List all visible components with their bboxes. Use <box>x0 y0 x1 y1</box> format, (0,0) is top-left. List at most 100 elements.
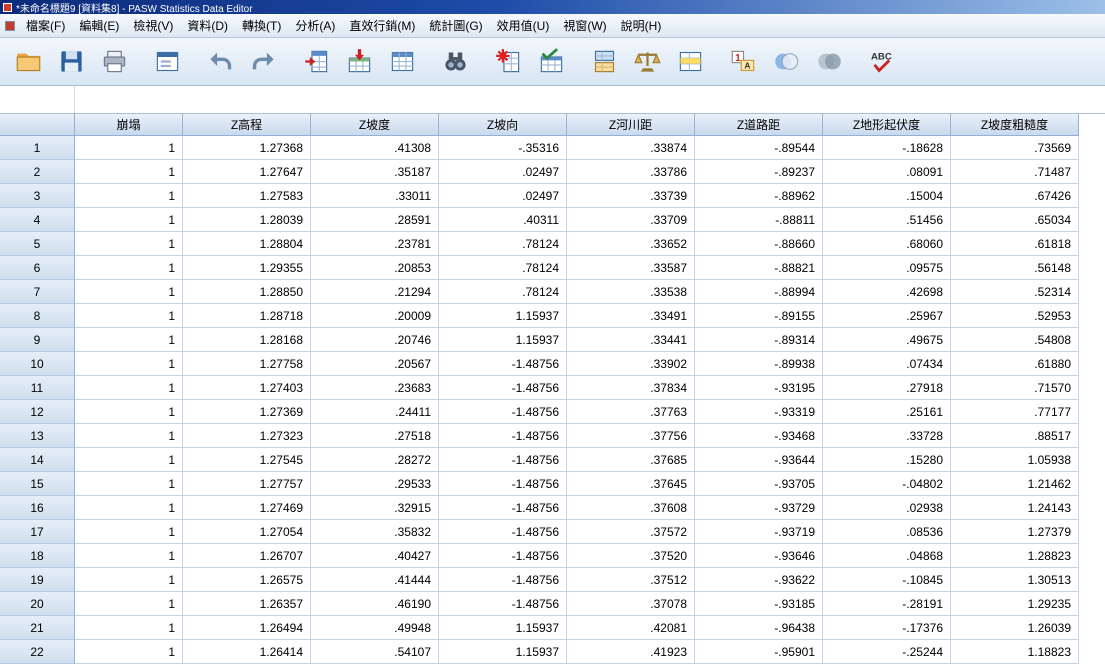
data-cell[interactable]: .27918 <box>823 376 951 400</box>
data-cell[interactable]: .15280 <box>823 448 951 472</box>
data-cell[interactable]: -.93646 <box>695 544 823 568</box>
data-cell[interactable]: 1.28718 <box>183 304 311 328</box>
data-cell[interactable]: 1 <box>75 352 183 376</box>
data-cell[interactable]: .37685 <box>567 448 695 472</box>
data-cell[interactable]: 1 <box>75 136 183 160</box>
data-cell[interactable]: 1.28804 <box>183 232 311 256</box>
data-cell[interactable]: -.93319 <box>695 400 823 424</box>
data-cell[interactable]: -1.48756 <box>439 472 567 496</box>
data-cell[interactable]: .08091 <box>823 160 951 184</box>
data-cell[interactable]: .52314 <box>951 280 1079 304</box>
data-cell[interactable]: .25161 <box>823 400 951 424</box>
data-cell[interactable]: -.95901 <box>695 640 823 664</box>
row-number-cell[interactable]: 21 <box>0 616 75 640</box>
column-header[interactable]: 崩塌 <box>75 114 183 136</box>
data-cell[interactable]: .41308 <box>311 136 439 160</box>
data-cell[interactable]: .33652 <box>567 232 695 256</box>
data-cell[interactable]: 1.15937 <box>439 616 567 640</box>
data-cell[interactable]: .33441 <box>567 328 695 352</box>
row-number-cell[interactable]: 9 <box>0 328 75 352</box>
data-cell[interactable]: 1 <box>75 232 183 256</box>
data-cell[interactable]: 1 <box>75 592 183 616</box>
column-header[interactable]: Z地形起伏度 <box>823 114 951 136</box>
show-all-variables-button[interactable] <box>809 42 849 82</box>
data-cell[interactable]: 1 <box>75 520 183 544</box>
data-cell[interactable]: -.28191 <box>823 592 951 616</box>
data-cell[interactable]: -.25244 <box>823 640 951 664</box>
data-cell[interactable]: -.10845 <box>823 568 951 592</box>
data-cell[interactable]: .46190 <box>311 592 439 616</box>
spell-check-button[interactable]: ABC <box>862 42 902 82</box>
select-cases-button[interactable] <box>670 42 710 82</box>
data-cell[interactable]: 1.27403 <box>183 376 311 400</box>
column-header[interactable]: Z道路距 <box>695 114 823 136</box>
data-cell[interactable]: .37608 <box>567 496 695 520</box>
data-cell[interactable]: -.88962 <box>695 184 823 208</box>
data-cell[interactable]: 1 <box>75 376 183 400</box>
data-cell[interactable]: .41444 <box>311 568 439 592</box>
data-cell[interactable]: 1 <box>75 640 183 664</box>
row-number-cell[interactable]: 1 <box>0 136 75 160</box>
data-cell[interactable]: -.89938 <box>695 352 823 376</box>
data-cell[interactable]: .67426 <box>951 184 1079 208</box>
data-cell[interactable]: 1.26039 <box>951 616 1079 640</box>
data-cell[interactable]: -1.48756 <box>439 520 567 544</box>
menu-item-window[interactable]: 視窗(W) <box>556 14 613 37</box>
data-cell[interactable]: 1 <box>75 616 183 640</box>
data-cell[interactable]: 1.28039 <box>183 208 311 232</box>
save-button[interactable] <box>51 42 91 82</box>
data-cell[interactable]: 1.27379 <box>951 520 1079 544</box>
data-cell[interactable]: 1.28850 <box>183 280 311 304</box>
data-cell[interactable]: 1 <box>75 568 183 592</box>
menu-item-transform[interactable]: 轉換(T) <box>235 14 288 37</box>
menu-item-analyze[interactable]: 分析(A) <box>288 14 342 37</box>
data-cell[interactable]: -.89314 <box>695 328 823 352</box>
data-cell[interactable]: .42698 <box>823 280 951 304</box>
data-cell[interactable]: 1.27469 <box>183 496 311 520</box>
data-cell[interactable]: .71487 <box>951 160 1079 184</box>
data-cell[interactable]: -.89544 <box>695 136 823 160</box>
data-cell[interactable]: .08536 <box>823 520 951 544</box>
data-cell[interactable]: -1.48756 <box>439 496 567 520</box>
goto-variable-button[interactable] <box>339 42 379 82</box>
data-cell[interactable]: -.93719 <box>695 520 823 544</box>
data-cell[interactable]: .42081 <box>567 616 695 640</box>
data-cell[interactable]: .23781 <box>311 232 439 256</box>
data-cell[interactable]: .71570 <box>951 376 1079 400</box>
data-cell[interactable]: 1.15937 <box>439 328 567 352</box>
variables-button[interactable] <box>382 42 422 82</box>
data-cell[interactable]: 1.05938 <box>951 448 1079 472</box>
data-cell[interactable]: .37645 <box>567 472 695 496</box>
data-cell[interactable]: -.88811 <box>695 208 823 232</box>
row-number-cell[interactable]: 4 <box>0 208 75 232</box>
data-cell[interactable]: .61818 <box>951 232 1079 256</box>
data-cell[interactable]: .15004 <box>823 184 951 208</box>
column-header[interactable]: Z河川距 <box>567 114 695 136</box>
value-labels-button[interactable]: 1A <box>723 42 763 82</box>
data-cell[interactable]: .77177 <box>951 400 1079 424</box>
data-cell[interactable]: .37520 <box>567 544 695 568</box>
menu-item-edit[interactable]: 編輯(E) <box>72 14 126 37</box>
data-cell[interactable]: .54107 <box>311 640 439 664</box>
data-cell[interactable]: -.17376 <box>823 616 951 640</box>
data-cell[interactable]: .33587 <box>567 256 695 280</box>
row-number-cell[interactable]: 14 <box>0 448 75 472</box>
data-cell[interactable]: -.04802 <box>823 472 951 496</box>
row-number-cell[interactable]: 7 <box>0 280 75 304</box>
data-cell[interactable]: -.93468 <box>695 424 823 448</box>
row-number-cell[interactable]: 13 <box>0 424 75 448</box>
data-cell[interactable]: -1.48756 <box>439 424 567 448</box>
data-cell[interactable]: .02497 <box>439 184 567 208</box>
data-cell[interactable]: .20567 <box>311 352 439 376</box>
row-number-cell[interactable]: 11 <box>0 376 75 400</box>
data-cell[interactable]: .25967 <box>823 304 951 328</box>
menu-item-graphs[interactable]: 統計圖(G) <box>422 14 489 37</box>
menu-item-file[interactable]: 檔案(F) <box>19 14 72 37</box>
undo-button[interactable] <box>200 42 240 82</box>
data-cell[interactable]: -.93644 <box>695 448 823 472</box>
data-cell[interactable]: 1.24143 <box>951 496 1079 520</box>
data-cell[interactable]: .37834 <box>567 376 695 400</box>
menu-item-help[interactable]: 說明(H) <box>614 14 669 37</box>
row-number-cell[interactable]: 15 <box>0 472 75 496</box>
split-file-button[interactable] <box>584 42 624 82</box>
